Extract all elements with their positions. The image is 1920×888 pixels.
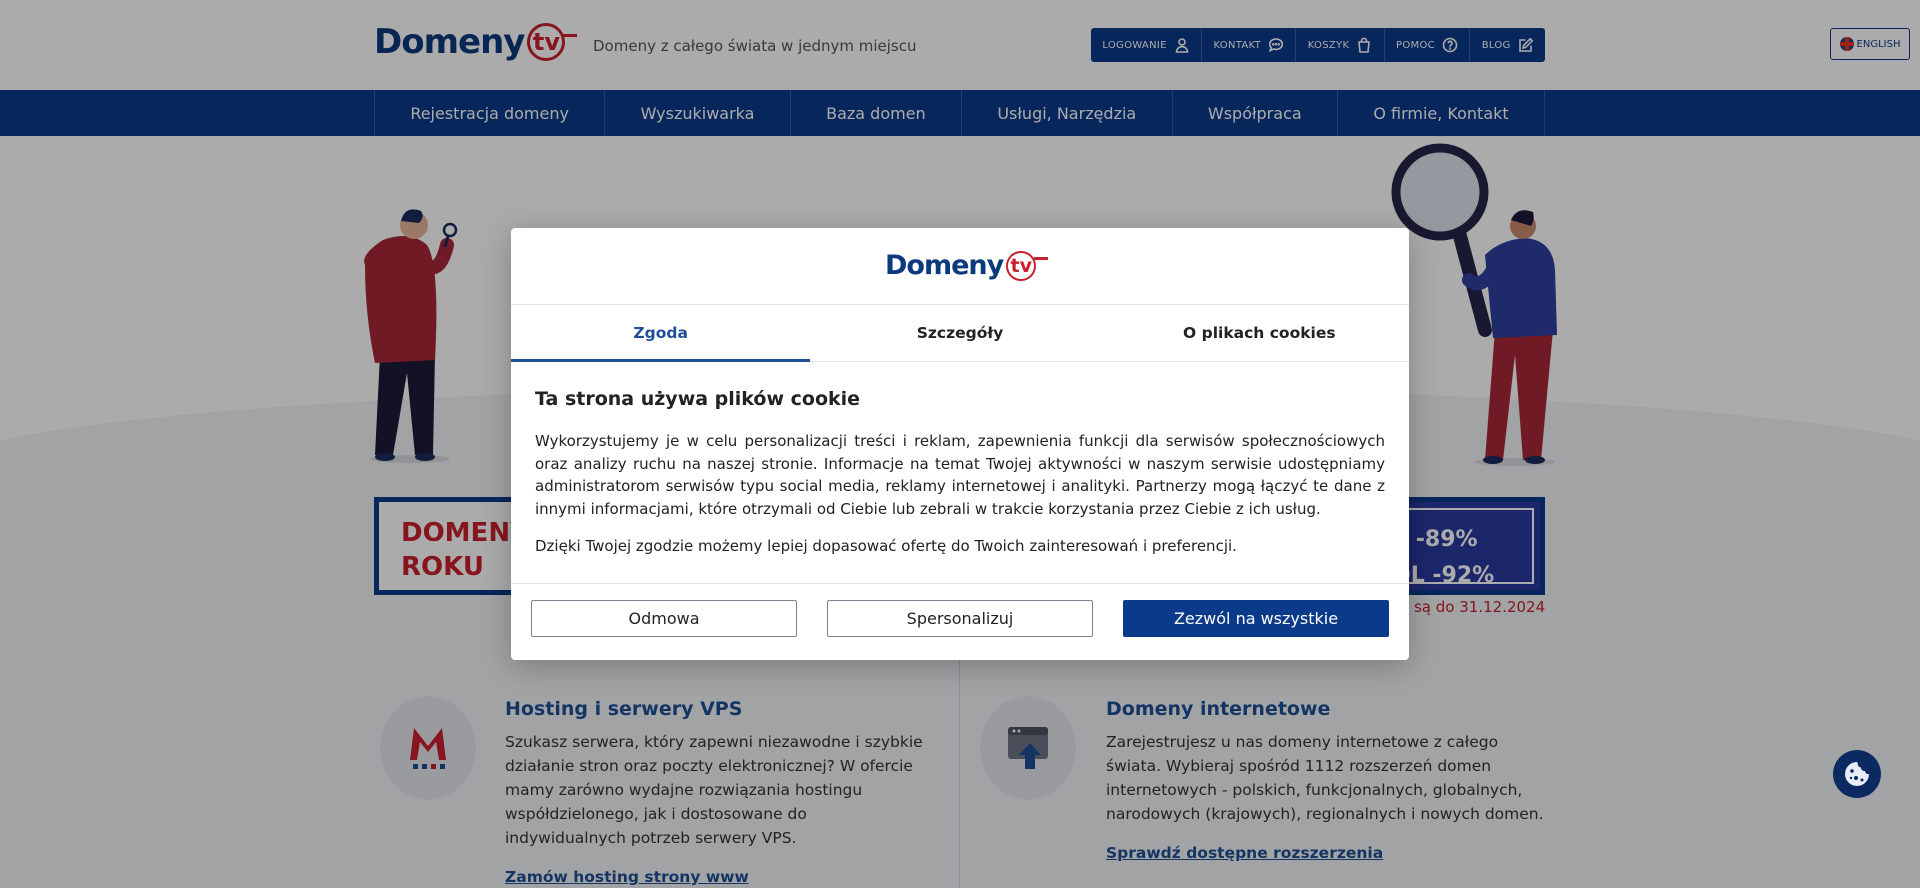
- cookie-dialog-tabs: Zgoda Szczegóły O plikach cookies: [511, 305, 1409, 362]
- cookie-dialog-paragraph-2: Dzięki Twojej zgodzie możemy lepiej dopa…: [535, 537, 1237, 555]
- tab-details[interactable]: Szczegóły: [810, 305, 1109, 361]
- deny-button[interactable]: Odmowa: [531, 600, 797, 637]
- dialog-logo-text: Domeny: [885, 250, 1004, 281]
- cookie-dialog-body: Ta strona używa plików cookie Wykorzystu…: [511, 362, 1409, 584]
- customize-button[interactable]: Spersonalizuj: [827, 600, 1093, 637]
- dialog-logo-tail: [1034, 257, 1049, 260]
- allow-all-button[interactable]: Zezwól na wszystkie: [1123, 600, 1389, 637]
- dialog-logo-accent: tv: [1006, 250, 1037, 281]
- cookie-dialog-title: Ta strona używa plików cookie: [535, 388, 861, 410]
- cookie-dialog-paragraph-1: Wykorzystujemy je w celu personalizacji …: [535, 432, 1385, 518]
- cookie-settings-button[interactable]: [1833, 750, 1881, 798]
- dialog-logo: Domeny tv: [885, 250, 1385, 281]
- tab-about-cookies[interactable]: O plikach cookies: [1110, 305, 1409, 361]
- tab-consent[interactable]: Zgoda: [511, 305, 811, 362]
- cookie-dialog-header: Domeny tv: [511, 228, 1409, 305]
- cookie-icon: [1845, 762, 1869, 786]
- cookie-dialog-actions: Odmowa Spersonalizuj Zezwól na wszystkie: [511, 584, 1409, 637]
- cookie-consent-dialog: Domeny tv Zgoda Szczegóły O plikach cook…: [511, 228, 1409, 660]
